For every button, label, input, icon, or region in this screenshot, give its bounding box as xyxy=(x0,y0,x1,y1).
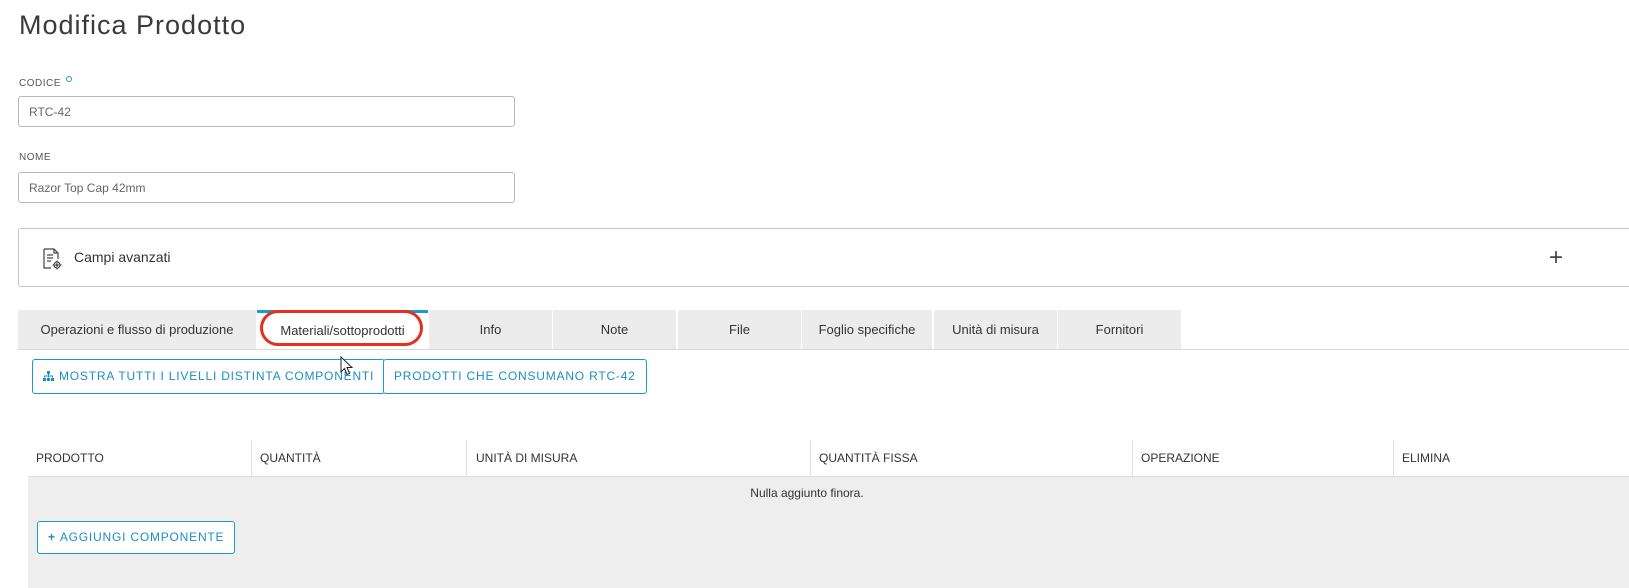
add-component-button[interactable]: + AGGIUNGI COMPONENTE xyxy=(37,521,236,554)
column-product[interactable]: PRODOTTO xyxy=(28,440,104,476)
plus-icon: + xyxy=(48,530,56,544)
column-delete[interactable]: ELIMINA xyxy=(1394,440,1450,476)
product-tabs: Operazioni e flusso di produzione Materi… xyxy=(18,310,1629,350)
column-quantity[interactable]: QUANTITÀ xyxy=(252,440,321,476)
tab-units[interactable]: Unità di misura xyxy=(934,310,1057,349)
tab-suppliers[interactable]: Fornitori xyxy=(1058,310,1181,349)
column-unit[interactable]: UNITÀ DI MISURA xyxy=(468,440,577,476)
show-all-levels-button[interactable]: MOSTRA TUTTI I LIVELLI DISTINTA COMPONEN… xyxy=(32,359,386,394)
code-input[interactable] xyxy=(18,96,515,127)
sitemap-icon xyxy=(43,361,54,381)
name-input[interactable] xyxy=(18,172,515,203)
column-fixed-quantity[interactable]: QUANTITÀ FISSA xyxy=(811,440,918,476)
column-operation[interactable]: OPERAZIONE xyxy=(1133,440,1220,476)
tab-files[interactable]: File xyxy=(678,310,801,349)
tab-notes[interactable]: Note xyxy=(553,310,676,349)
components-table-body: Nulla aggiunto finora. + AGGIUNGI COMPONE… xyxy=(28,477,1629,588)
advanced-fields-label: Campi avanzati xyxy=(74,249,171,265)
advanced-fields-panel[interactable]: Campi avanzati + xyxy=(18,228,1629,287)
document-settings-icon xyxy=(40,247,64,271)
tab-spec-sheet[interactable]: Foglio specifiche xyxy=(802,310,932,349)
required-indicator-icon xyxy=(65,76,72,82)
consuming-products-button[interactable]: PRODOTTI CHE CONSUMANO RTC-42 xyxy=(383,359,647,394)
name-label: NOME xyxy=(19,152,51,163)
page-title: Modifica Prodotto xyxy=(19,10,247,40)
expand-plus-icon[interactable]: + xyxy=(1549,246,1563,270)
tab-info[interactable]: Info xyxy=(429,310,552,349)
tab-materials[interactable]: Materiali/sottoprodotti xyxy=(257,310,428,349)
code-label: CODICE xyxy=(19,76,72,89)
column-divider xyxy=(466,440,467,476)
empty-table-message: Nulla aggiunto finora. xyxy=(750,486,864,500)
components-table-header: PRODOTTO QUANTITÀ UNITÀ DI MISURA QUANTI… xyxy=(28,440,1629,477)
tab-operations[interactable]: Operazioni e flusso di produzione xyxy=(18,310,256,349)
mouse-cursor-icon xyxy=(340,356,354,376)
